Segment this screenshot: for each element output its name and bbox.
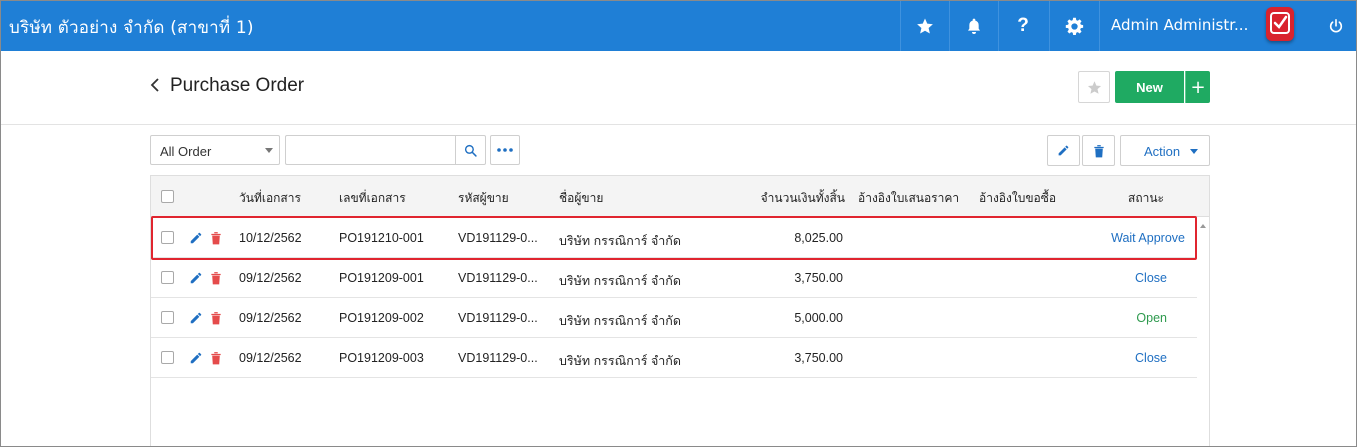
- row-checkbox[interactable]: [161, 231, 174, 244]
- trash-icon[interactable]: [210, 311, 222, 325]
- table-row[interactable]: 09/12/2562 PO191209-003 VD191129-0... บร…: [151, 338, 1197, 378]
- row-checkbox[interactable]: [161, 351, 174, 364]
- table-row[interactable]: 09/12/2562 PO191209-002 VD191129-0... บร…: [151, 298, 1197, 338]
- favorite-page-button[interactable]: [1078, 71, 1110, 103]
- status-badge[interactable]: Wait Approve: [1111, 231, 1185, 245]
- pencil-icon[interactable]: [189, 231, 203, 245]
- search-input[interactable]: [285, 135, 455, 165]
- cell-total: 8,025.00: [794, 231, 843, 245]
- caret-down-icon: [265, 148, 273, 153]
- company-name[interactable]: บริษัท ตัวอย่าง จำกัด (สาขาที่ 1): [9, 14, 254, 41]
- pencil-icon: [1058, 145, 1069, 156]
- cell-vendor-code: VD191129-0...: [458, 271, 538, 285]
- cell-vendor-name: บริษัท กรรณิการ์ จำกัด: [559, 354, 681, 368]
- pencil-icon[interactable]: [189, 351, 203, 365]
- search-button[interactable]: [455, 135, 486, 165]
- top-bar: บริษัท ตัวอย่าง จำกัด (สาขาที่ 1) ? Admi…: [1, 1, 1356, 51]
- cell-doc-no[interactable]: PO191209-002: [339, 311, 424, 325]
- edit-selected-button[interactable]: [1047, 135, 1080, 166]
- trash-icon[interactable]: [210, 351, 222, 365]
- table-header: วันที่เอกสาร เลขที่เอกสาร รหัสผู้ขาย ชื่…: [151, 176, 1209, 217]
- cell-date: 09/12/2562: [239, 311, 302, 325]
- column-total[interactable]: จำนวนเงินทั้งสิ้น: [761, 189, 845, 208]
- status-badge[interactable]: Open: [1136, 311, 1167, 325]
- chevron-left-icon: [150, 78, 159, 92]
- more-options-button[interactable]: [490, 135, 520, 165]
- status-badge[interactable]: Close: [1135, 351, 1167, 365]
- cell-total: 3,750.00: [794, 271, 843, 285]
- cell-total: 5,000.00: [794, 311, 843, 325]
- cell-date: 10/12/2562: [239, 231, 302, 245]
- table-scrollbar[interactable]: [1197, 218, 1209, 446]
- page-header: Purchase Order New +: [1, 51, 1356, 125]
- column-vendor-name[interactable]: ชื่อผู้ขาย: [559, 189, 603, 208]
- checkmark-badge-icon: [1270, 12, 1290, 34]
- avatar: [1266, 7, 1294, 41]
- column-doc-no[interactable]: เลขที่เอกสาร: [339, 189, 406, 208]
- cell-doc-no[interactable]: PO191210-001: [339, 231, 424, 245]
- select-all-checkbox[interactable]: [161, 190, 174, 203]
- cell-vendor-code: VD191129-0...: [458, 351, 538, 365]
- favorites-button[interactable]: [900, 1, 949, 51]
- cell-vendor-name: บริษัท กรรณิการ์ จำกัด: [559, 314, 681, 328]
- cell-vendor-code: VD191129-0...: [458, 311, 538, 325]
- column-status[interactable]: สถานะ: [1128, 189, 1164, 208]
- purchase-order-table: วันที่เอกสาร เลขที่เอกสาร รหัสผู้ขาย ชื่…: [150, 175, 1210, 446]
- trash-icon: [1093, 144, 1104, 157]
- delete-selected-button[interactable]: [1082, 135, 1115, 166]
- order-filter-select[interactable]: All Order: [150, 135, 280, 165]
- notifications-button[interactable]: [949, 1, 998, 51]
- column-vendor-code[interactable]: รหัสผู้ขาย: [458, 189, 509, 208]
- row-checkbox[interactable]: [161, 271, 174, 284]
- add-dropdown-button[interactable]: +: [1185, 71, 1210, 103]
- table-row[interactable]: 10/12/2562 PO191210-001 VD191129-0... บร…: [151, 218, 1197, 258]
- cell-date: 09/12/2562: [239, 271, 302, 285]
- star-outline-icon: [1087, 80, 1101, 94]
- pencil-icon[interactable]: [189, 311, 203, 325]
- order-filter-value: All Order: [160, 144, 212, 159]
- settings-button[interactable]: [1049, 1, 1098, 51]
- status-badge[interactable]: Close: [1135, 271, 1167, 285]
- back-button[interactable]: [149, 77, 161, 97]
- search-icon: [464, 144, 477, 157]
- cell-vendor-name: บริษัท กรรณิการ์ จำกัด: [559, 234, 681, 248]
- question-icon: ?: [1017, 15, 1029, 36]
- help-button[interactable]: ?: [998, 1, 1047, 51]
- column-ref-request[interactable]: อ้างอิงใบขอซื้อ: [979, 189, 1056, 208]
- action-label: Action: [1144, 144, 1181, 159]
- ellipsis-icon: [497, 148, 513, 152]
- bell-icon: [968, 18, 980, 34]
- app-window: บริษัท ตัวอย่าง จำกัด (สาขาที่ 1) ? Admi…: [0, 0, 1357, 447]
- action-dropdown[interactable]: Action: [1120, 135, 1210, 166]
- caret-down-icon: [1190, 149, 1198, 154]
- cell-doc-no[interactable]: PO191209-003: [339, 351, 424, 365]
- star-icon: [917, 18, 933, 34]
- trash-icon[interactable]: [210, 231, 222, 245]
- cell-total: 3,750.00: [794, 351, 843, 365]
- cell-vendor-code: VD191129-0...: [458, 231, 538, 245]
- logout-button[interactable]: [1313, 1, 1356, 51]
- cell-vendor-name: บริษัท กรรณิการ์ จำกัด: [559, 274, 681, 288]
- page-title: Purchase Order: [170, 75, 305, 96]
- trash-icon[interactable]: [210, 271, 222, 285]
- cell-doc-no[interactable]: PO191209-001: [339, 271, 424, 285]
- pencil-icon[interactable]: [189, 271, 203, 285]
- user-name: Admin Administr...: [1111, 16, 1249, 34]
- row-checkbox[interactable]: [161, 311, 174, 324]
- scroll-up-arrow-icon[interactable]: [1200, 224, 1206, 228]
- new-button[interactable]: New: [1115, 71, 1184, 103]
- user-menu[interactable]: Admin Administr...: [1099, 1, 1313, 51]
- column-ref-quote[interactable]: อ้างอิงใบเสนอราคา: [858, 189, 959, 208]
- gear-icon: [1065, 17, 1083, 35]
- power-icon: [1329, 18, 1342, 32]
- table-row[interactable]: 09/12/2562 PO191209-001 VD191129-0... บร…: [151, 258, 1197, 298]
- column-doc-date[interactable]: วันที่เอกสาร: [239, 189, 301, 208]
- cell-date: 09/12/2562: [239, 351, 302, 365]
